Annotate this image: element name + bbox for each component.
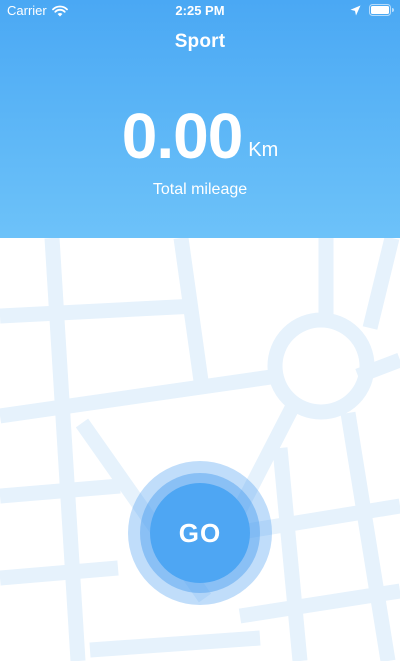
page-title: Sport: [174, 31, 226, 52]
mileage-value: 0.00: [121, 100, 244, 172]
status-time: 2:25 PM: [175, 3, 225, 18]
status-right: [350, 4, 394, 16]
status-bar: Carrier 2:25 PM: [0, 0, 400, 20]
go-button-container: GO: [128, 461, 272, 605]
mileage-unit: Km: [248, 139, 279, 161]
mileage-display: 0.00 Km: [0, 104, 400, 168]
location-arrow-icon: [350, 5, 361, 15]
header-banner: Carrier 2:25 PM Sport 0.00 Km Total mile…: [0, 0, 400, 238]
mileage-label: Total mileage: [152, 181, 248, 198]
go-button[interactable]: GO: [150, 483, 250, 583]
battery-icon: [369, 4, 394, 16]
